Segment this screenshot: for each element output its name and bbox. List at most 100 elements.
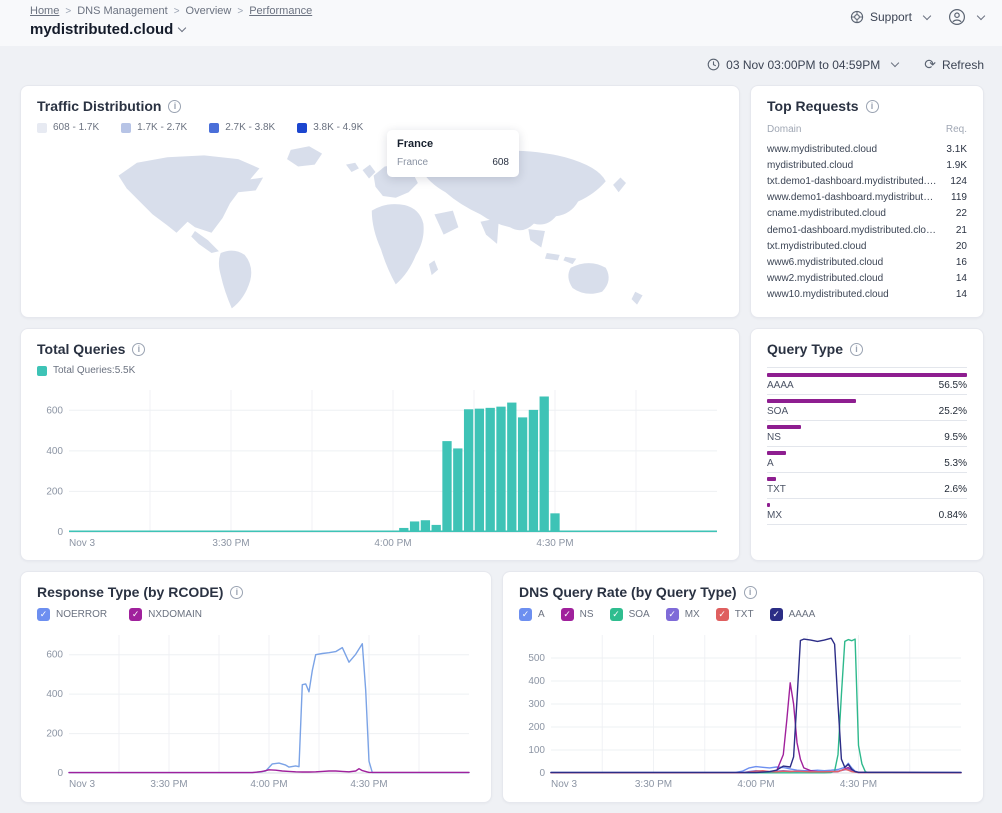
query-type-row: A5.3% — [767, 451, 967, 473]
date-range-label: 03 Nov 03:00PM to 04:59PM — [726, 58, 880, 72]
query-type-percent: 5.3% — [944, 458, 967, 469]
query-type-label: MX — [767, 510, 782, 521]
tooltip-title: France — [397, 138, 509, 150]
query-type-percent: 9.5% — [944, 432, 967, 443]
req-cell: 21 — [956, 225, 967, 236]
traffic-distribution-card: Traffic Distribution i 608 - 1.7K 1.7K -… — [20, 85, 740, 318]
req-cell: 20 — [956, 241, 967, 252]
breadcrumb-separator: > — [65, 6, 71, 17]
breadcrumb-dns-management[interactable]: DNS Management — [77, 5, 168, 17]
legend-item[interactable]: 608 - 1.7K — [37, 122, 99, 133]
breadcrumb-home[interactable]: Home — [30, 5, 59, 17]
svg-text:0: 0 — [539, 768, 545, 779]
query-type-percent: 25.2% — [939, 406, 967, 417]
chevron-down-icon — [178, 24, 186, 32]
info-icon[interactable]: i — [230, 586, 243, 599]
query-type-card: Query Type i AAAA56.5%SOA25.2%NS9.5%A5.3… — [750, 328, 984, 561]
series-label: NXDOMAIN — [148, 609, 202, 620]
date-range-picker[interactable]: 03 Nov 03:00PM to 04:59PM — [707, 58, 898, 72]
svg-text:200: 200 — [46, 729, 63, 740]
req-cell: 119 — [951, 192, 967, 203]
chevron-down-icon — [977, 11, 985, 19]
checkbox-icon: ✓ — [610, 608, 623, 621]
user-avatar-icon — [948, 8, 966, 26]
top-requests-rows: www.mydistributed.cloud 3.1K mydistribut… — [767, 141, 967, 303]
breadcrumb-overview[interactable]: Overview — [186, 5, 232, 17]
top-requests-card: Top Requests i Domain Req. www.mydistrib… — [750, 85, 984, 318]
svg-text:4:00 PM: 4:00 PM — [737, 779, 774, 790]
series-toggle[interactable]: ✓ A — [519, 608, 545, 621]
req-cell: 14 — [956, 273, 967, 284]
checkbox-icon: ✓ — [519, 608, 532, 621]
svg-text:600: 600 — [46, 405, 63, 416]
checkbox-icon: ✓ — [716, 608, 729, 621]
series-toggle[interactable]: ✓ NOERROR — [37, 608, 107, 621]
svg-text:3:30 PM: 3:30 PM — [150, 779, 187, 790]
series-toggle[interactable]: ✓ TXT — [716, 608, 754, 621]
account-menu[interactable] — [948, 8, 984, 26]
query-type-percent: 0.84% — [939, 510, 967, 521]
table-row: demo1-dashboard.mydistributed.cloud 21 — [767, 222, 967, 238]
query-type-bar — [767, 425, 801, 429]
svg-text:4:30 PM: 4:30 PM — [350, 779, 387, 790]
svg-text:Nov 3: Nov 3 — [69, 538, 96, 549]
checkbox-icon: ✓ — [666, 608, 679, 621]
domain-cell: www10.mydistributed.cloud — [767, 289, 889, 300]
series-toggle[interactable]: ✓ NS — [561, 608, 594, 621]
zone-selector[interactable]: mydistributed.cloud — [30, 21, 986, 38]
support-label: Support — [870, 10, 912, 24]
top-bar: Home> DNS Management> Overview> Performa… — [0, 0, 1002, 46]
svg-text:4:00 PM: 4:00 PM — [250, 779, 287, 790]
info-icon[interactable]: i — [132, 343, 145, 356]
domain-cell: www.mydistributed.cloud — [767, 144, 877, 155]
info-icon[interactable]: i — [744, 586, 757, 599]
svg-text:100: 100 — [528, 745, 545, 756]
info-icon[interactable]: i — [866, 100, 879, 113]
legend-swatch — [121, 123, 131, 133]
series-label: NS — [580, 609, 594, 620]
series-toggle[interactable]: ✓ NXDOMAIN — [129, 608, 202, 621]
series-label: AAAA — [789, 609, 816, 620]
query-type-row: AAAA56.5% — [767, 373, 967, 395]
query-type-bar — [767, 399, 856, 403]
series-label: MX — [685, 609, 700, 620]
table-row: www2.mydistributed.cloud 14 — [767, 271, 967, 287]
tooltip-region-value: 608 — [492, 157, 509, 168]
series-toggle[interactable]: ✓ AAAA — [770, 608, 816, 621]
legend-item[interactable]: 3.8K - 4.9K — [297, 122, 363, 133]
legend-item[interactable]: 2.7K - 3.8K — [209, 122, 275, 133]
column-req: Req. — [946, 124, 967, 135]
support-lifebuoy-icon — [850, 10, 864, 24]
total-queries-card: Total Queries i Total Queries:5.5K 02004… — [20, 328, 740, 561]
breadcrumb-performance[interactable]: Performance — [249, 5, 312, 17]
query-type-label: AAAA — [767, 380, 794, 391]
legend-item[interactable]: Total Queries:5.5K — [37, 365, 135, 376]
info-icon[interactable]: i — [168, 100, 181, 113]
chevron-down-icon — [891, 59, 899, 67]
domain-cell: www2.mydistributed.cloud — [767, 273, 883, 284]
info-icon[interactable]: i — [850, 343, 863, 356]
total-queries-legend: Total Queries:5.5K — [37, 365, 723, 376]
svg-text:0: 0 — [57, 768, 63, 779]
query-type-bar — [767, 451, 786, 455]
map-tooltip: France France 608 — [387, 130, 519, 177]
svg-text:400: 400 — [46, 446, 63, 457]
req-cell: 22 — [956, 208, 967, 219]
legend-item[interactable]: 1.7K - 2.7K — [121, 122, 187, 133]
table-row: www6.mydistributed.cloud 16 — [767, 254, 967, 270]
svg-text:200: 200 — [528, 722, 545, 733]
world-map[interactable] — [37, 137, 725, 312]
support-menu[interactable]: Support — [850, 10, 930, 24]
refresh-button[interactable]: ⟳ Refresh — [924, 56, 984, 73]
chevron-down-icon — [923, 11, 931, 19]
total-queries-bar-chart: 0200400600Nov 33:30 PM4:00 PM4:30 PM — [37, 382, 725, 550]
legend-label: 1.7K - 2.7K — [137, 122, 187, 133]
series-toggle[interactable]: ✓ SOA — [610, 608, 650, 621]
card-title: Traffic Distribution — [37, 98, 161, 114]
query-type-label: TXT — [767, 484, 786, 495]
series-toggle[interactable]: ✓ MX — [666, 608, 700, 621]
response-type-card: Response Type (by RCODE) i ✓ NOERROR ✓ N… — [20, 571, 492, 803]
svg-text:Nov 3: Nov 3 — [69, 779, 96, 790]
table-row: cname.mydistributed.cloud 22 — [767, 206, 967, 222]
legend-swatch — [37, 123, 47, 133]
